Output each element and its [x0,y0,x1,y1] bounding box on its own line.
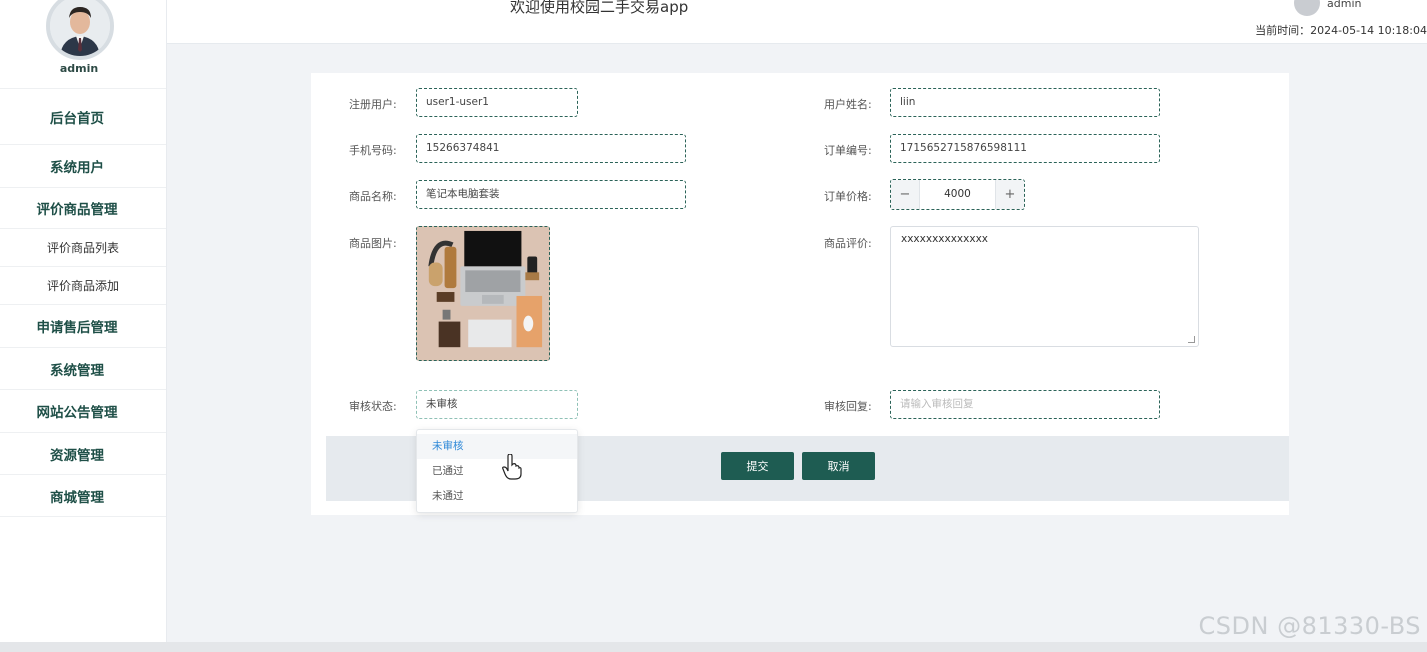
sidebar-item-home[interactable]: 后台首页 [0,88,166,144]
resize-handle-icon[interactable] [1188,336,1195,343]
sidebar-username: admin [59,62,99,75]
app-title: 欢迎使用校园二手交易app [510,0,689,16]
order-price-stepper: − 4000 + [890,179,1025,210]
submit-button[interactable]: 提交 [721,452,794,480]
admin-avatar[interactable] [46,0,114,60]
sidebar-item-review-goods[interactable]: 评价商品管理 [0,187,166,228]
review-status-dropdown: 未审核 已通过 未通过 [416,429,578,513]
bottom-strip [0,642,1427,652]
sidebar-item-announcements[interactable]: 网站公告管理 [0,389,166,432]
user-name-input[interactable]: liin [890,88,1160,117]
product-name-input[interactable]: 笔记本电脑套装 [416,180,686,209]
sidebar-menu: 后台首页 系统用户 评价商品管理 评价商品列表 评价商品添加 申请售后管理 系统… [0,88,166,517]
csdn-watermark: CSDN @81330-BS [1198,612,1421,640]
product-review-textarea[interactable]: xxxxxxxxxxxxxx [890,226,1199,347]
review-reply-input[interactable]: 请输入审核回复 [890,390,1160,419]
price-decrease-button[interactable]: − [891,180,920,209]
phone-input[interactable]: 15266374841 [416,134,686,163]
review-reply-label: 审核回复: [824,400,872,413]
price-value-input[interactable]: 4000 [920,180,995,209]
product-review-label: 商品评价: [824,237,872,250]
sidebar-item-after-sales[interactable]: 申请售后管理 [0,304,166,347]
user-avatar-icon[interactable] [1294,0,1320,16]
review-status-select[interactable]: 未审核 [416,390,578,419]
sidebar: admin 后台首页 系统用户 评价商品管理 评价商品列表 评价商品添加 申请售… [0,0,167,642]
top-username[interactable]: admin [1327,0,1361,10]
cancel-button[interactable]: 取消 [802,452,875,480]
user-name-label: 用户姓名: [824,98,872,111]
registered-user-label: 注册用户: [349,98,397,111]
sidebar-item-shop[interactable]: 商城管理 [0,474,166,517]
current-time: 当前时间：2024-05-14 10:18:04 [1255,24,1427,37]
hand-pointer-icon [502,454,522,480]
order-number-input[interactable]: 1715652715876598111 [890,134,1160,163]
product-image-upload[interactable] [416,226,550,361]
product-name-label: 商品名称: [349,190,397,203]
registered-user-input[interactable]: user1-user1 [416,88,578,117]
top-bar: 欢迎使用校园二手交易app admin 当前时间：2024-05-14 10:1… [167,0,1427,44]
phone-label: 手机号码: [349,144,397,157]
laptop-set-image [417,227,549,360]
sidebar-subitem-review-goods-list[interactable]: 评价商品列表 [0,228,166,266]
status-option-pending[interactable]: 未审核 [417,434,577,459]
status-option-approved[interactable]: 已通过 [417,459,577,484]
sidebar-item-system-management[interactable]: 系统管理 [0,347,166,389]
review-status-label: 审核状态: [349,400,397,413]
sidebar-item-system-users[interactable]: 系统用户 [0,144,166,187]
order-price-label: 订单价格: [824,190,872,203]
price-increase-button[interactable]: + [995,180,1024,209]
order-number-label: 订单编号: [824,144,872,157]
status-option-rejected[interactable]: 未通过 [417,484,577,509]
avatar-image [50,0,110,56]
product-review-text: xxxxxxxxxxxxxx [901,233,988,245]
sidebar-item-resources[interactable]: 资源管理 [0,432,166,474]
product-image-label: 商品图片: [349,237,397,250]
sidebar-subitem-review-goods-add[interactable]: 评价商品添加 [0,266,166,304]
